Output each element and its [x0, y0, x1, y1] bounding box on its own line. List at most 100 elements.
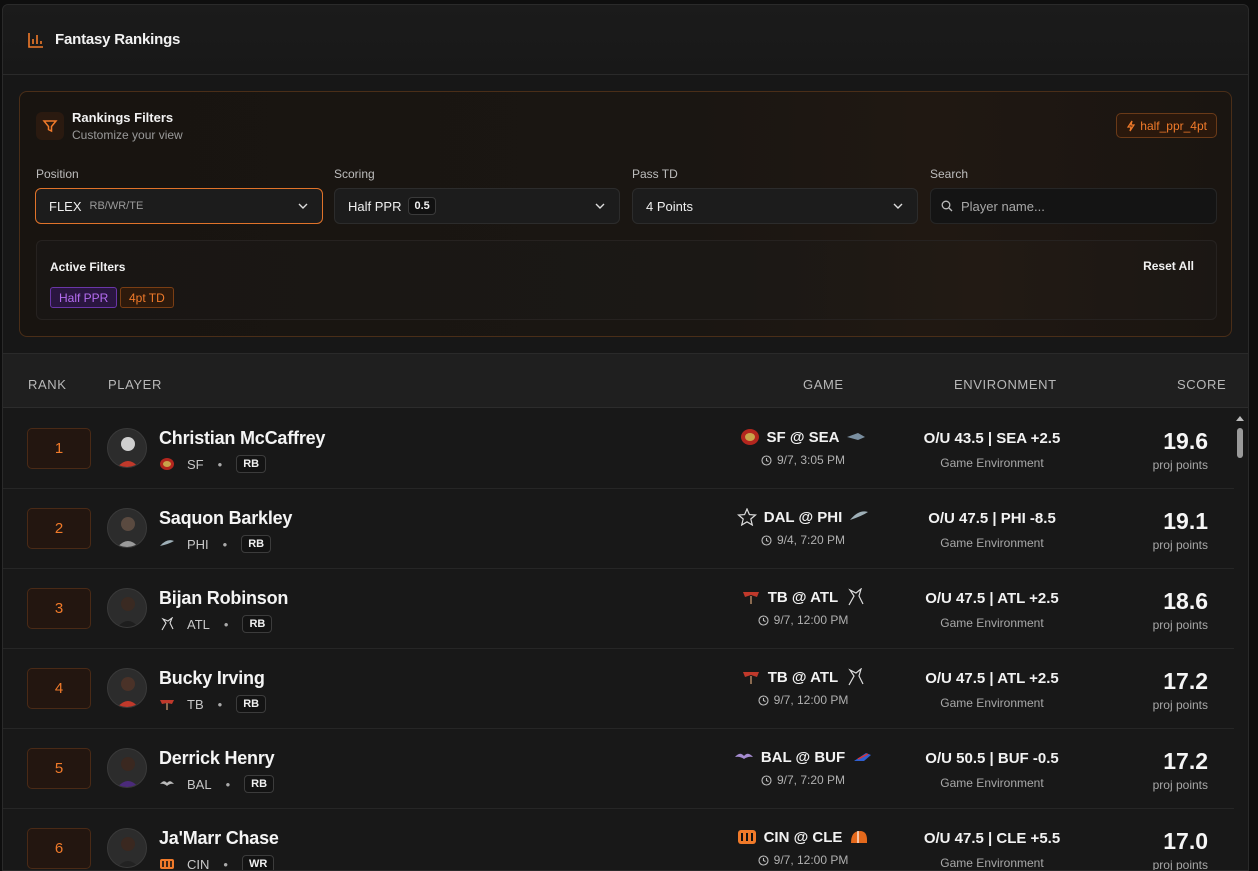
search-input[interactable]: [961, 198, 1201, 214]
team-logo-icon: [742, 592, 759, 604]
environment-label: Game Environment: [940, 776, 1044, 790]
score-cell: 17.2 proj points: [1153, 668, 1208, 712]
chevron-down-icon: [893, 203, 903, 209]
rank-badge: 1: [27, 428, 91, 469]
player-name[interactable]: Derrick Henry: [159, 748, 275, 769]
game-time: 9/7, 3:05 PM: [776, 453, 846, 467]
page-header: Fantasy Rankings: [3, 5, 1248, 75]
active-chip-scoring[interactable]: Half PPR: [50, 287, 118, 308]
scrollbar-thumb[interactable]: [1237, 428, 1243, 458]
pass-td-value: 4 Points: [646, 198, 693, 214]
team-logo-icon: [848, 588, 864, 606]
environment-cell: O/U 50.5 | BUF -0.5 Game Environment: [907, 750, 1077, 790]
environment-line: O/U 47.5 | ATL +2.5: [925, 590, 1059, 607]
table-header: RANK PLAYER GAME ENVIRONMENT SCORE: [3, 354, 1248, 408]
player-avatar: [107, 748, 147, 788]
header-environment[interactable]: ENVIRONMENT: [954, 377, 1057, 392]
position-select[interactable]: FLEX RB/WR/TE: [35, 188, 323, 224]
score-cell: 18.6 proj points: [1153, 588, 1208, 632]
search-icon: [941, 200, 953, 212]
app-window: Fantasy Rankings Rankings Filters Custom…: [2, 4, 1249, 871]
player-meta: TB • RB: [159, 695, 267, 713]
rank-badge: 3: [27, 588, 91, 629]
position-badge: RB: [236, 695, 267, 713]
active-chip-pass-td[interactable]: 4pt TD: [120, 287, 174, 308]
player-team: CIN: [187, 856, 210, 871]
environment-label: Game Environment: [940, 856, 1044, 870]
rank-badge: 2: [27, 508, 91, 549]
team-logo-icon: [851, 831, 868, 843]
environment-line: O/U 43.5 | SEA +2.5: [923, 430, 1061, 447]
bar-chart-icon: [28, 32, 43, 48]
active-filters-panel: Active Filters Reset All Half PPR 4pt TD: [36, 240, 1217, 320]
team-logo-icon: [160, 700, 174, 710]
scroll-up-arrow-icon[interactable]: [1236, 416, 1244, 421]
team-logo-icon: [848, 668, 864, 686]
score-cell: 17.2 proj points: [1153, 748, 1208, 792]
player-team: SF: [187, 456, 204, 472]
team-logo-icon: [160, 781, 174, 786]
game-matchup: CIN @ CLE: [763, 828, 843, 846]
reset-all-button[interactable]: Reset All: [1143, 259, 1194, 273]
search-label: Search: [930, 167, 969, 181]
scoring-select[interactable]: Half PPR 0.5: [334, 188, 620, 224]
position-badge: RB: [236, 455, 267, 473]
score-label: proj points: [1152, 618, 1208, 632]
rank-badge: 5: [27, 748, 91, 789]
position-label: Position: [36, 167, 79, 181]
header-score[interactable]: SCORE: [1177, 377, 1226, 392]
player-name[interactable]: Saquon Barkley: [159, 508, 292, 529]
game-cell: DAL @ PHI 9/4, 7:20 PM: [723, 508, 883, 547]
player-name[interactable]: Bijan Robinson: [159, 588, 288, 609]
player-name[interactable]: Ja'Marr Chase: [159, 828, 279, 849]
score-value: 17.2: [1163, 748, 1208, 774]
team-logo-icon: [160, 540, 174, 546]
header-game[interactable]: GAME: [803, 377, 844, 392]
header-rank[interactable]: RANK: [28, 377, 67, 392]
game-matchup: TB @ ATL: [767, 588, 839, 606]
table-row[interactable]: 5 Derrick Henry BAL • RB BAL @ BUF 9/7, …: [3, 729, 1234, 809]
score-value: 17.2: [1163, 668, 1208, 694]
table-row[interactable]: 4 Bucky Irving TB • RB TB @ ATL 9/7, 12:…: [3, 649, 1234, 729]
filters-title: Rankings Filters: [72, 110, 174, 125]
team-logo-icon: [850, 511, 869, 520]
score-label: proj points: [1152, 698, 1208, 712]
position-badge: WR: [241, 855, 275, 870]
table-scrollbar[interactable]: [1235, 413, 1245, 870]
game-matchup: DAL @ PHI: [763, 508, 843, 526]
score-value: 18.6: [1163, 588, 1208, 614]
team-logo-icon: [160, 859, 174, 869]
filters-header: Rankings Filters Customize your view: [36, 110, 183, 142]
player-name[interactable]: Bucky Irving: [159, 668, 265, 689]
environment-cell: O/U 43.5 | SEA +2.5 Game Environment: [907, 430, 1077, 470]
player-name[interactable]: Christian McCaffrey: [159, 428, 325, 449]
filters-subtitle: Customize your view: [72, 128, 183, 142]
environment-line: O/U 47.5 | ATL +2.5: [925, 670, 1059, 687]
player-avatar: [107, 668, 147, 708]
header-player[interactable]: PLAYER: [108, 377, 162, 392]
score-cell: 19.6 proj points: [1153, 428, 1208, 472]
team-logo-icon: [740, 429, 759, 445]
pass-td-select[interactable]: 4 Points: [632, 188, 918, 224]
pass-td-label: Pass TD: [632, 167, 678, 181]
clock-icon: [761, 534, 772, 546]
environment-line: O/U 47.5 | CLE +5.5: [923, 830, 1061, 847]
rankings-table: RANK PLAYER GAME ENVIRONMENT SCORE 1 Chr…: [3, 353, 1248, 871]
table-row[interactable]: 1 Christian McCaffrey SF • RB SF @ SEA 9…: [3, 409, 1234, 489]
search-field[interactable]: [930, 188, 1217, 224]
environment-label: Game Environment: [940, 696, 1044, 710]
table-row[interactable]: 2 Saquon Barkley PHI • RB DAL @ PHI 9/4,…: [3, 489, 1234, 569]
score-value: 19.6: [1163, 428, 1208, 454]
score-cell: 19.1 proj points: [1153, 508, 1208, 552]
team-logo-icon: [737, 830, 756, 844]
separator-dot: •: [222, 536, 228, 552]
player-meta: CIN • WR: [159, 855, 275, 871]
player-meta: SF • RB: [159, 455, 267, 473]
position-hint: RB/WR/TE: [89, 200, 144, 212]
environment-cell: O/U 47.5 | CLE +5.5 Game Environment: [907, 830, 1077, 870]
game-cell: BAL @ BUF 9/7, 7:20 PM: [723, 748, 883, 787]
table-row[interactable]: 3 Bijan Robinson ATL • RB TB @ ATL 9/7, …: [3, 569, 1234, 649]
position-badge: RB: [244, 775, 275, 793]
game-matchup: BAL @ BUF: [760, 748, 846, 766]
table-row[interactable]: 6 Ja'Marr Chase CIN • WR CIN @ CLE 9/7, …: [3, 809, 1234, 871]
